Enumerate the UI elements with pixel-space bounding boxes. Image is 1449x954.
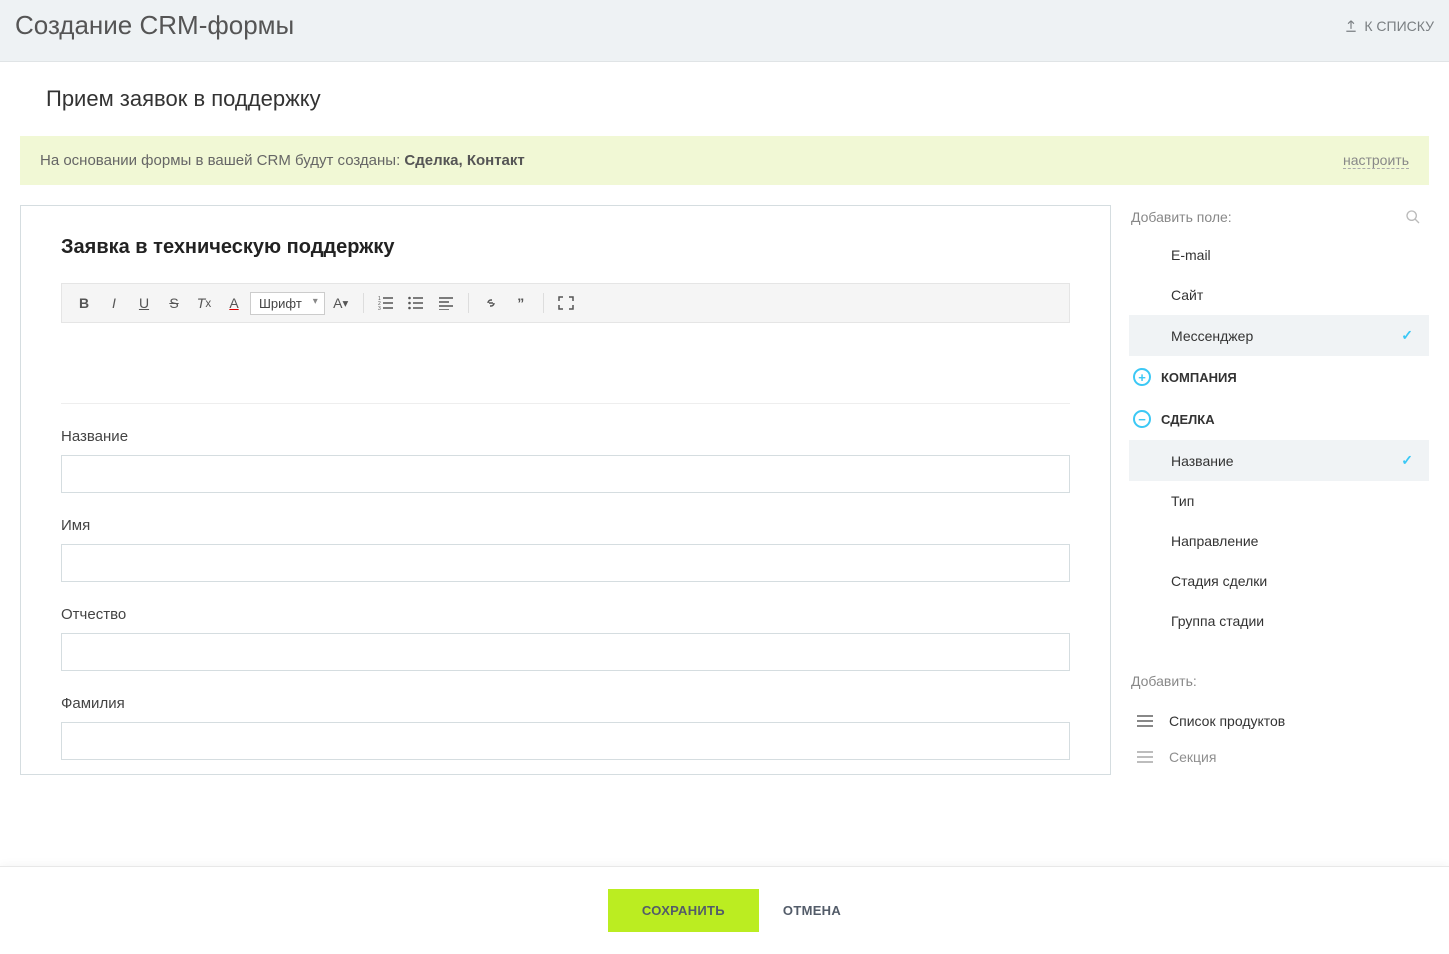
search-icon[interactable] (1405, 209, 1421, 225)
rte-toolbar: B I U S Tx A Шрифт A▾ 123 (61, 283, 1070, 323)
align-button[interactable] (432, 290, 460, 316)
ordered-list-button[interactable]: 123 (372, 290, 400, 316)
configure-link[interactable]: настроить (1343, 152, 1409, 169)
form-fields-area: Название Имя Отчество Фамилия (61, 403, 1070, 760)
form-field-row: Название (61, 428, 1070, 493)
fullscreen-icon (558, 296, 574, 310)
italic-button[interactable]: I (100, 290, 128, 316)
unordered-list-icon (408, 296, 424, 310)
form-field-row: Отчество (61, 606, 1070, 671)
form-field-row: Имя (61, 517, 1070, 582)
font-select-label: Шрифт (259, 296, 302, 311)
fullscreen-button[interactable] (552, 290, 580, 316)
info-prefix: На основании формы в вашей CRM будут соз… (40, 152, 404, 169)
field-option-label: Название (1171, 453, 1234, 469)
add-field-label: Добавить поле: (1131, 209, 1232, 225)
deal-field-direction[interactable]: Направление (1129, 521, 1429, 561)
field-option-site[interactable]: Сайт (1129, 275, 1429, 315)
field-option-label: Мессенджер (1171, 328, 1253, 344)
sidebar-add-section: Добавить: Список продуктов Секция (1129, 651, 1429, 775)
footer-actions: СОХРАНИТЬ ОТМЕНА (0, 866, 1449, 954)
deal-field-stage[interactable]: Стадия сделки (1129, 561, 1429, 601)
deal-field-type[interactable]: Тип (1129, 481, 1429, 521)
cancel-button[interactable]: ОТМЕНА (783, 903, 841, 918)
field-label: Имя (61, 517, 1070, 534)
deal-field-title[interactable]: Название ✓ (1129, 440, 1429, 481)
list-icon (1137, 715, 1153, 727)
field-option-label: E-mail (1171, 247, 1211, 263)
back-to-list-label: К СПИСКУ (1364, 18, 1434, 34)
field-option-label: Группа стадии (1171, 613, 1264, 629)
form-editor-panel: Заявка в техническую поддержку B I U S T… (20, 205, 1111, 775)
field-option-label: Тип (1171, 493, 1194, 509)
toolbar-separator (363, 293, 364, 313)
field-option-label: Направление (1171, 533, 1258, 549)
underline-button[interactable]: U (130, 290, 158, 316)
field-label: Отчество (61, 606, 1070, 623)
form-heading[interactable]: Заявка в техническую поддержку (61, 236, 1070, 259)
page-title: Создание CRM-формы (15, 10, 294, 41)
field-label: Фамилия (61, 695, 1070, 712)
font-size-button[interactable]: A▾ (327, 290, 355, 316)
field-input-title[interactable] (61, 455, 1070, 493)
check-icon: ✓ (1401, 327, 1413, 344)
plus-circle-icon: + (1133, 368, 1151, 386)
page-header: Создание CRM-формы К СПИСКУ (0, 0, 1449, 62)
field-input-firstname[interactable] (61, 544, 1070, 582)
form-field-row: Фамилия (61, 695, 1070, 760)
bold-button[interactable]: B (70, 290, 98, 316)
align-icon (438, 296, 454, 310)
check-icon: ✓ (1401, 452, 1413, 469)
save-button[interactable]: СОХРАНИТЬ (608, 889, 759, 932)
sidebar-search-row: Добавить поле: (1129, 205, 1429, 235)
field-input-middlename[interactable] (61, 633, 1070, 671)
deal-field-stage-group[interactable]: Группа стадии (1129, 601, 1429, 641)
ordered-list-icon: 123 (378, 296, 394, 310)
field-input-lastname[interactable] (61, 722, 1070, 760)
unordered-list-button[interactable] (402, 290, 430, 316)
group-company[interactable]: + КОМПАНИЯ (1129, 356, 1429, 398)
group-label: КОМПАНИЯ (1161, 370, 1237, 385)
field-option-label: Стадия сделки (1171, 573, 1267, 589)
clear-format-button[interactable]: Tx (190, 290, 218, 316)
add-option-label: Секция (1169, 749, 1216, 765)
text-color-button[interactable]: A (220, 290, 248, 316)
info-entities: Сделка, Контакт (404, 152, 524, 169)
info-text: На основании формы в вашей CRM будут соз… (40, 152, 525, 169)
add-product-list[interactable]: Список продуктов (1129, 703, 1429, 739)
section-icon (1137, 751, 1153, 763)
back-arrow-icon (1344, 19, 1358, 33)
toolbar-separator (543, 293, 544, 313)
svg-text:3: 3 (378, 306, 381, 310)
add-section[interactable]: Секция (1129, 739, 1429, 775)
field-option-email[interactable]: E-mail (1129, 235, 1429, 275)
fields-sidebar: Добавить поле: E-mail Сайт Мессенджер ✓ … (1129, 205, 1429, 775)
font-select[interactable]: Шрифт (250, 292, 325, 315)
fields-scroll-area[interactable]: E-mail Сайт Мессенджер ✓ + КОМПАНИЯ − СД… (1129, 235, 1429, 651)
field-option-label: Сайт (1171, 287, 1203, 303)
field-option-messenger[interactable]: Мессенджер ✓ (1129, 315, 1429, 356)
add-label: Добавить: (1129, 665, 1429, 703)
toolbar-separator (468, 293, 469, 313)
group-label: СДЕЛКА (1161, 412, 1215, 427)
form-name[interactable]: Прием заявок в поддержку (20, 62, 1429, 136)
link-button[interactable] (477, 290, 505, 316)
group-deal[interactable]: − СДЕЛКА (1129, 398, 1429, 440)
quote-button[interactable]: ” (507, 290, 535, 316)
strike-button[interactable]: S (160, 290, 188, 316)
field-label: Название (61, 428, 1070, 445)
info-banner: На основании формы в вашей CRM будут соз… (20, 136, 1429, 185)
link-icon (483, 296, 499, 310)
back-to-list-link[interactable]: К СПИСКУ (1344, 18, 1434, 34)
add-option-label: Список продуктов (1169, 713, 1285, 729)
minus-circle-icon: − (1133, 410, 1151, 428)
